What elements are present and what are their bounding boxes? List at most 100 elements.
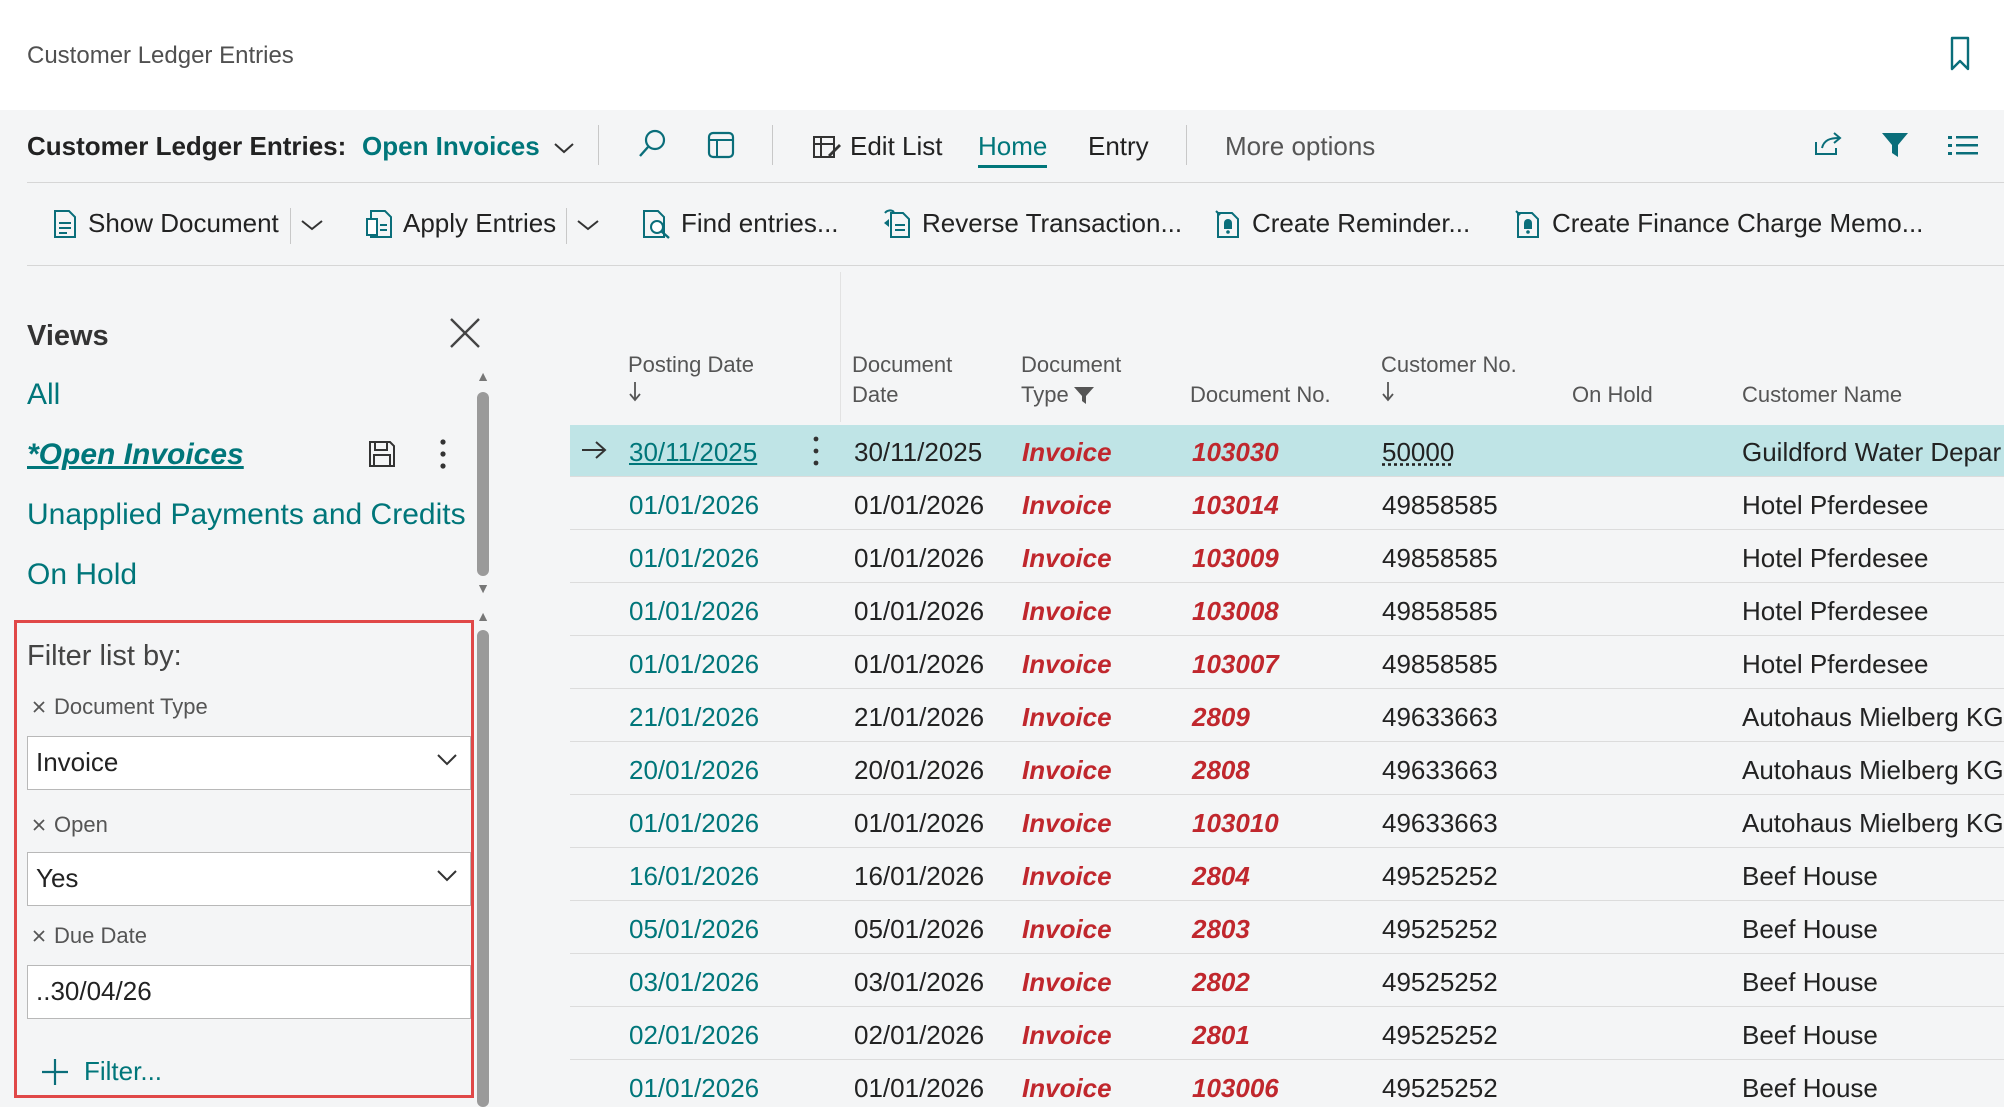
column-header-customer-no[interactable]: Customer No. <box>1381 350 1517 410</box>
scroll-up-arrow[interactable]: ▲ <box>475 608 491 624</box>
view-selector[interactable]: Open Invoices <box>362 131 575 162</box>
customer-no-cell[interactable]: 49633663 <box>1382 755 1498 786</box>
customer-no-cell[interactable]: 49633663 <box>1382 702 1498 733</box>
edit-list-button[interactable]: Edit List <box>812 131 943 162</box>
table-row[interactable]: 02/01/2026 02/01/2026 Invoice 2801 49525252 B… <box>570 1008 2004 1060</box>
view-open-invoices[interactable]: *Open Invoices <box>27 438 244 472</box>
posting-date-cell[interactable]: 01/01/2026 <box>629 596 759 627</box>
tab-home[interactable]: Home <box>978 131 1047 168</box>
scroll-down-arrow[interactable]: ▼ <box>475 580 491 596</box>
scroll-up-arrow[interactable]: ▲ <box>475 368 491 384</box>
document-no-cell[interactable]: 103008 <box>1192 596 1279 627</box>
column-header-document-type[interactable]: Document Type <box>1021 350 1121 410</box>
customer-no-cell[interactable]: 49525252 <box>1382 1073 1498 1104</box>
document-no-cell[interactable]: 2802 <box>1192 967 1250 998</box>
chevron-down-icon[interactable] <box>300 218 324 232</box>
table-row[interactable]: 01/01/2026 01/01/2026 Invoice 103009 4985858… <box>570 531 2004 583</box>
share-icon[interactable] <box>1812 130 1844 158</box>
posting-date-cell[interactable]: 21/01/2026 <box>629 702 759 733</box>
view-all[interactable]: All <box>27 378 60 412</box>
filter-icon <box>1073 385 1095 405</box>
table-row[interactable]: 01/01/2026 01/01/2026 Invoice 103006 4952525… <box>570 1061 2004 1107</box>
customer-no-cell[interactable]: 49525252 <box>1382 967 1498 998</box>
document-no-cell[interactable]: 103010 <box>1192 808 1279 839</box>
customer-no-cell[interactable]: 49858585 <box>1382 543 1498 574</box>
customer-no-cell[interactable]: 50000 <box>1382 437 1454 468</box>
document-no-cell[interactable]: 103006 <box>1192 1073 1279 1104</box>
table-row[interactable]: 30/11/2025 30/11/2025 Invoice 103030 50000 Gu… <box>570 425 2004 477</box>
document-no-cell[interactable]: 103007 <box>1192 649 1279 680</box>
customer-no-cell[interactable]: 49525252 <box>1382 861 1498 892</box>
posting-date-cell[interactable]: 30/11/2025 <box>629 437 757 468</box>
column-header-posting-date[interactable]: Posting Date <box>628 350 754 410</box>
document-no-cell[interactable]: 103009 <box>1192 543 1279 574</box>
filter-field-due-date[interactable]: ..30/04/26 <box>27 965 471 1019</box>
table-row[interactable]: 01/01/2026 01/01/2026 Invoice 103014 4985858… <box>570 478 2004 530</box>
chevron-down-icon[interactable] <box>576 218 600 232</box>
posting-date-cell[interactable]: 03/01/2026 <box>629 967 759 998</box>
customer-no-cell[interactable]: 49525252 <box>1382 1020 1498 1051</box>
view-on-hold[interactable]: On Hold <box>27 558 137 592</box>
column-header-on-hold[interactable]: On Hold <box>1572 380 1653 410</box>
table-row[interactable]: 01/01/2026 01/01/2026 Invoice 103010 4963366… <box>570 796 2004 848</box>
add-filter-button[interactable]: Filter... <box>40 1056 162 1087</box>
apply-entries-button[interactable]: Apply Entries <box>365 208 556 239</box>
posting-date-cell[interactable]: 01/01/2026 <box>629 1073 759 1104</box>
posting-date-cell[interactable]: 01/01/2026 <box>629 808 759 839</box>
posting-date-cell[interactable]: 20/01/2026 <box>629 755 759 786</box>
filter-icon[interactable] <box>1880 130 1910 160</box>
document-no-cell[interactable]: 2803 <box>1192 914 1250 945</box>
view-unapplied-payments[interactable]: Unapplied Payments and Credits <box>27 498 466 532</box>
views-scrollbar[interactable] <box>477 392 489 576</box>
list-view-icon[interactable] <box>1948 134 1978 158</box>
bookmark-icon[interactable] <box>1949 36 1971 72</box>
document-no-cell[interactable]: 2801 <box>1192 1020 1250 1051</box>
filter-scrollbar[interactable] <box>477 630 489 1107</box>
customer-no-cell[interactable]: 49858585 <box>1382 649 1498 680</box>
posting-date-cell[interactable]: 01/01/2026 <box>629 543 759 574</box>
save-icon[interactable] <box>368 440 396 468</box>
apply-entries-icon <box>365 209 393 239</box>
analysis-mode-icon[interactable] <box>706 130 736 160</box>
table-row[interactable]: 21/01/2026 21/01/2026 Invoice 2809 49633663 A… <box>570 690 2004 742</box>
customer-no-cell[interactable]: 49858585 <box>1382 490 1498 521</box>
document-no-cell[interactable]: 103030 <box>1192 437 1279 468</box>
remove-filter-icon[interactable] <box>32 929 46 943</box>
table-row[interactable]: 01/01/2026 01/01/2026 Invoice 103007 4985858… <box>570 637 2004 689</box>
reverse-transaction-button[interactable]: Reverse Transaction... <box>882 208 1182 239</box>
tab-entry[interactable]: Entry <box>1088 131 1149 162</box>
posting-date-cell[interactable]: 01/01/2026 <box>629 490 759 521</box>
posting-date-cell[interactable]: 02/01/2026 <box>629 1020 759 1051</box>
row-actions-icon[interactable] <box>812 435 820 467</box>
customer-no-cell[interactable]: 49525252 <box>1382 914 1498 945</box>
table-row[interactable]: 01/01/2026 01/01/2026 Invoice 103008 4985858… <box>570 584 2004 636</box>
column-header-document-date[interactable]: Document Date <box>852 350 952 410</box>
more-vertical-icon[interactable] <box>438 438 448 470</box>
posting-date-cell[interactable]: 01/01/2026 <box>629 649 759 680</box>
column-header-document-no[interactable]: Document No. <box>1190 380 1331 410</box>
filter-field-open[interactable]: Yes <box>27 852 471 906</box>
more-options-button[interactable]: More options <box>1225 131 1375 162</box>
document-no-cell[interactable]: 103014 <box>1192 490 1279 521</box>
customer-no-cell[interactable]: 49633663 <box>1382 808 1498 839</box>
document-no-cell[interactable]: 2809 <box>1192 702 1250 733</box>
close-icon[interactable] <box>448 316 482 350</box>
table-row[interactable]: 20/01/2026 20/01/2026 Invoice 2808 49633663 A… <box>570 743 2004 795</box>
create-finance-charge-memo-button[interactable]: Create Finance Charge Memo... <box>1514 208 1923 239</box>
document-no-cell[interactable]: 2808 <box>1192 755 1250 786</box>
table-row[interactable]: 16/01/2026 16/01/2026 Invoice 2804 49525252 B… <box>570 849 2004 901</box>
column-header-customer-name[interactable]: Customer Name <box>1742 380 1902 410</box>
remove-filter-icon[interactable] <box>32 700 46 714</box>
show-document-button[interactable]: Show Document <box>52 208 279 239</box>
table-row[interactable]: 05/01/2026 05/01/2026 Invoice 2803 49525252 B… <box>570 902 2004 954</box>
posting-date-cell[interactable]: 05/01/2026 <box>629 914 759 945</box>
customer-no-cell[interactable]: 49858585 <box>1382 596 1498 627</box>
posting-date-cell[interactable]: 16/01/2026 <box>629 861 759 892</box>
search-icon[interactable] <box>636 128 668 160</box>
table-row[interactable]: 03/01/2026 03/01/2026 Invoice 2802 49525252 B… <box>570 955 2004 1007</box>
remove-filter-icon[interactable] <box>32 818 46 832</box>
find-entries-button[interactable]: Find entries... <box>641 208 839 239</box>
filter-field-document-type[interactable]: Invoice <box>27 736 471 790</box>
create-reminder-button[interactable]: Create Reminder... <box>1214 208 1470 239</box>
document-no-cell[interactable]: 2804 <box>1192 861 1250 892</box>
